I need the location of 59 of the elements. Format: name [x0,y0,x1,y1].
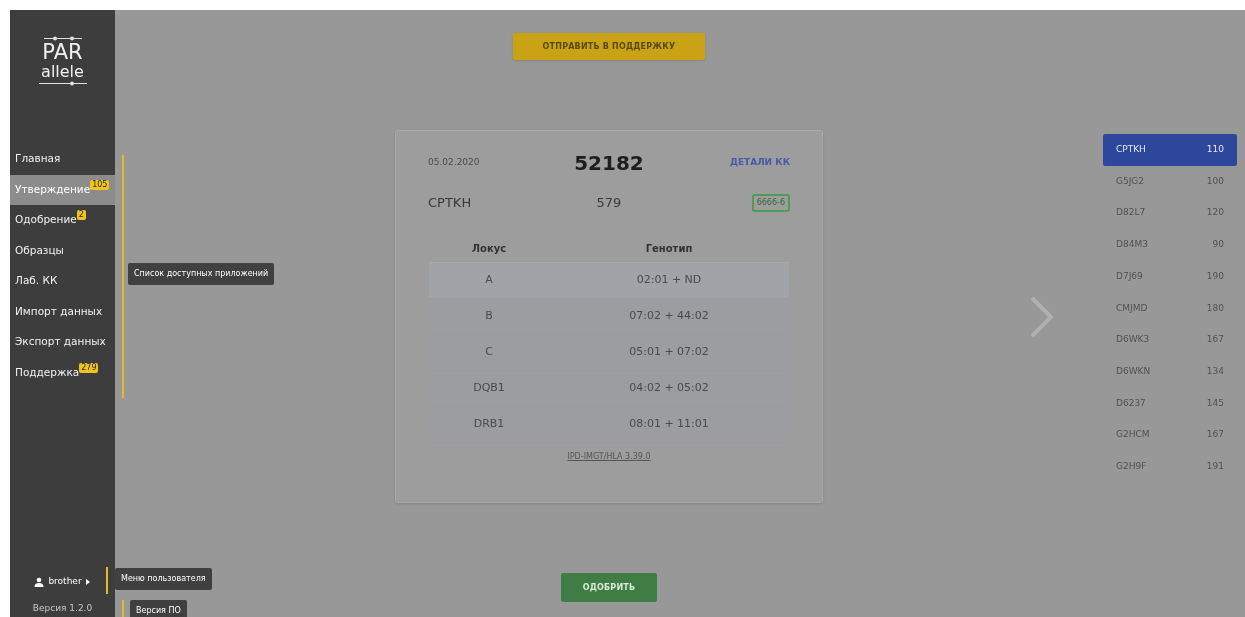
sample-number: 52182 [574,150,644,177]
table-cell-text: 07:02 + 44:02 [628,308,710,325]
nav-label: Одобрение [15,212,77,228]
nav-item[interactable]: Лаб. КК [10,266,115,297]
user-menu-button[interactable]: brother [34,569,91,594]
logo-dots-icon [43,36,82,41]
count-badge: 2 [76,210,86,220]
table-cell-text: 04:02 + 05:02 [628,380,710,397]
nav-label: Поддержка [15,364,80,380]
nav-item[interactable]: Импорт данных [10,296,115,327]
nav-label: Импорт данных [15,303,103,319]
sample-list-item[interactable]: D6WK3 167 [1103,324,1237,356]
hint-tooltip: Версия ПО [130,600,187,617]
user-icon [34,576,45,587]
column-header: Локус [470,242,508,256]
table-cell-text: DQB1 [472,380,506,397]
nav-item[interactable]: Экспорт данных [10,327,115,358]
table-cell-text: 02:01 + ND [635,272,703,289]
nav-item[interactable]: Главная [10,144,115,175]
column-header: Генотип [644,242,694,256]
nav-label: Образцы [15,242,64,258]
hint-tooltip: Меню пользователя [115,568,212,590]
sample-list-item[interactable]: CMJMD 180 [1103,292,1237,325]
sample-code: CPTKH [428,194,473,213]
chevron-right-icon[interactable] [1029,295,1055,339]
sample-value: 579 [596,194,622,213]
date-text: 05.02.2020 [428,156,481,170]
sample-list-item[interactable]: D82L7 120 [1103,197,1237,230]
table-cell-text: 08:01 + 11:01 [628,416,710,433]
send-to-support-button[interactable]: ОТПРАВИТЬ В ПОДДЕРЖКУ [513,33,705,60]
table-cell-text: 05:01 + 07:02 [628,344,710,361]
nav-item[interactable]: Образцы [10,235,115,266]
sample-list-item[interactable]: D7J69 190 [1103,260,1237,293]
sample-list-item[interactable]: CPTKH 110 [1103,134,1237,166]
logo: PAR allele [10,36,115,86]
table-cell-text: C [484,344,494,361]
sample-list-item[interactable]: D6WKN 134 [1103,355,1237,388]
sample-list-item[interactable]: G5JG2 100 [1103,165,1237,198]
sample-list-item[interactable]: D84M3 90 [1103,229,1237,261]
logo-underline-icon [38,81,87,86]
approve-button[interactable]: ОДОБРИТЬ [561,573,657,602]
count-badge: 105 [90,179,110,190]
table-cell-text: DRB1 [472,416,506,433]
version-label: Версия 1.2.0 [32,601,93,615]
sample-list-item[interactable]: G2H9F 191 [1103,450,1237,483]
details-link[interactable]: ДЕТАЛИ КК [700,156,790,170]
sample-list-item[interactable]: G2HCM 167 [1103,419,1237,451]
sample-list-item[interactable]: D6237 145 [1103,387,1237,420]
database-version-link[interactable]: IPD-IMGT/HLA 3.39.0 [567,451,651,463]
nav-label: Экспорт данных [15,334,106,350]
caret-icon [85,578,91,585]
nav-label: Лаб. КК [15,273,58,289]
count-badge: 279 [79,362,99,373]
nav-label: Главная [15,151,61,167]
table-cell-text: A [484,272,494,289]
nav-label: Утверждение [15,181,91,197]
hint-tooltip: Список доступных приложений [128,263,275,285]
table-cell-text: B [484,308,494,325]
status-tag: 6666-6 [751,194,790,212]
